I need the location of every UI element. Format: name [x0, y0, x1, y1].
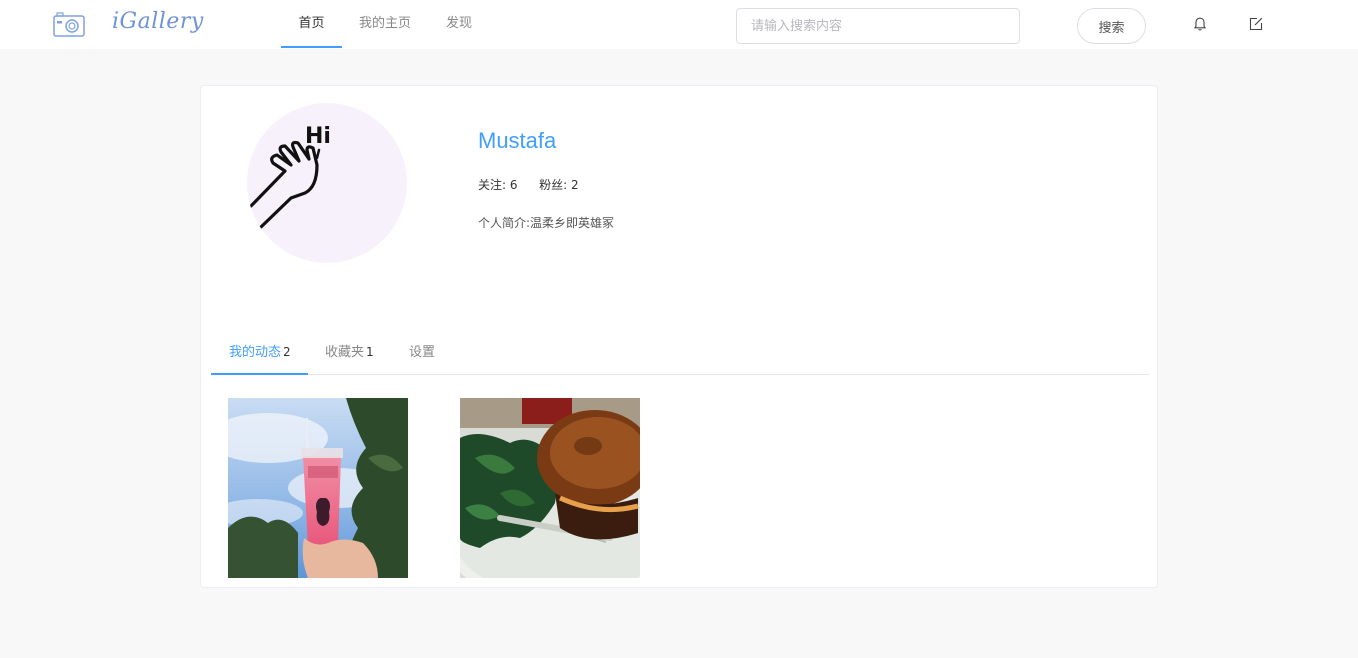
profile-card: Hi Mustafa 关注: 6 粉丝: 2 个人简介:温柔乡即英雄冢 我的动态… [200, 85, 1158, 588]
nav-my-homepage[interactable]: 我的主页 [342, 0, 428, 48]
bio-label: 个人简介: [478, 216, 531, 230]
followers-count[interactable]: 2 [571, 178, 579, 192]
search-button[interactable]: 搜索 [1077, 8, 1146, 44]
tab-label: 设置 [409, 345, 436, 360]
post-photo-drink[interactable] [228, 398, 408, 578]
tab-my-posts[interactable]: 我的动态 2 [211, 328, 308, 375]
camera-logo-icon[interactable] [53, 11, 85, 37]
nav-discover[interactable]: 发现 [428, 0, 476, 48]
following-label: 关注: [478, 178, 507, 192]
profile-stats: 关注: 6 粉丝: 2 [478, 176, 579, 193]
following-count[interactable]: 6 [510, 178, 518, 192]
waving-hand-icon: Hi [249, 124, 331, 229]
logo-text[interactable]: iGallery [112, 9, 204, 34]
search-input[interactable] [736, 8, 1020, 44]
profile-tabs: 我的动态 2 收藏夹 1 设置 [211, 328, 1149, 375]
bio-text: 温柔乡即英雄冢 [530, 216, 615, 230]
profile-username: Mustafa [478, 128, 557, 153]
bell-icon[interactable] [1192, 16, 1208, 32]
tab-count: 1 [366, 345, 374, 359]
tab-label: 我的动态 [229, 345, 282, 360]
followers-label: 粉丝: [539, 178, 568, 192]
post-photo-bagel[interactable] [460, 398, 640, 578]
tab-settings[interactable]: 设置 [392, 328, 442, 375]
edit-icon[interactable] [1248, 16, 1264, 32]
profile-bio: 个人简介:温柔乡即英雄冢 [478, 214, 614, 231]
tab-favorites[interactable]: 收藏夹 1 [308, 328, 392, 375]
tab-label: 收藏夹 [325, 345, 365, 360]
avatar-text: Hi [305, 124, 331, 149]
main-nav: 首页 我的主页 发现 [281, 0, 476, 49]
avatar[interactable]: Hi [247, 103, 407, 263]
tab-count: 2 [283, 345, 291, 359]
nav-home[interactable]: 首页 [281, 0, 342, 48]
top-navbar: iGallery 首页 我的主页 发现 搜索 [0, 0, 1358, 49]
